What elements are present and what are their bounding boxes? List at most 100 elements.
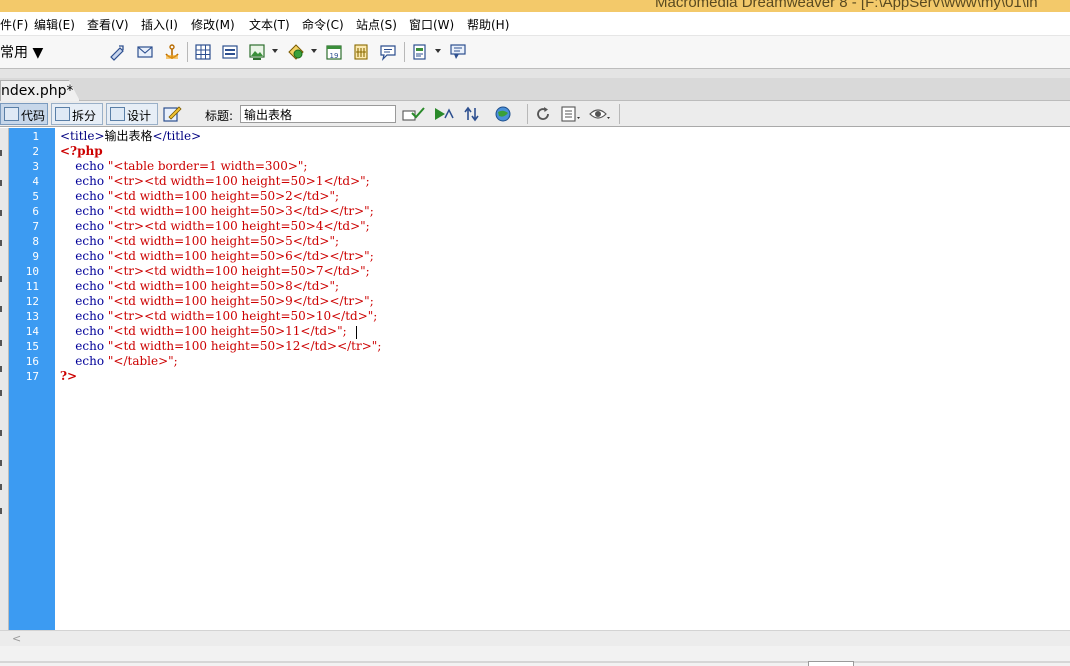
page-title-input[interactable] [240,105,396,123]
line-number: 1 [32,130,39,143]
code-line: echo "<tr><td width=100 height=50>7</td>… [75,264,370,278]
scroll-left-arrow-icon[interactable]: < [12,632,21,645]
preview-in-browser-icon[interactable] [494,105,516,123]
status-divider [0,661,1070,663]
svg-text:19: 19 [330,52,339,60]
named-anchor-icon[interactable] [163,43,181,61]
line-number: 6 [32,205,39,218]
line-number: 11 [25,280,39,293]
document-tab-label: ndex.php* [1,83,74,99]
code-line: <?php [60,144,103,158]
coding-tool-icon[interactable] [0,150,7,156]
line-number: 8 [32,235,39,248]
comment-icon[interactable] [379,43,397,61]
design-view-button[interactable]: 设计 [106,103,158,125]
menu-window[interactable]: 窗口(W) [409,16,454,33]
coding-tool-icon[interactable] [0,240,7,246]
horizontal-scrollbar[interactable]: < [0,630,1070,646]
line-number: 12 [25,295,39,308]
code-line: echo "<td width=100 height=50>3</td></tr… [75,204,374,218]
menu-text[interactable]: 文本(T) [249,16,290,33]
visual-aids-icon[interactable] [589,105,613,123]
menu-commands[interactable]: 命令(C) [302,16,344,33]
document-toolbar: 代码 拆分 设计 标题: [0,101,1070,127]
coding-tool-icon[interactable] [0,210,7,216]
code-line: echo "<td width=100 height=50>5</td>"; [75,234,340,248]
code-line: echo "<td width=100 height=50>9</td></tr… [75,294,374,308]
page-title-label: 标题: [205,109,234,123]
code-editor[interactable]: <title>输出表格</title> <?php echo "<table b… [55,128,1070,630]
view-options-icon[interactable] [561,105,583,123]
document-tab[interactable]: ndex.php* [0,80,80,101]
hyperlink-icon[interactable] [108,43,126,61]
coding-tool-icon[interactable] [0,276,7,282]
media-icon[interactable] [287,43,305,61]
coding-tool-icon[interactable] [0,366,7,372]
coding-tool-icon[interactable] [0,340,7,346]
line-number: 17 [25,370,39,383]
coding-tool-icon[interactable] [0,430,7,436]
toolbar-separator [187,42,188,62]
templates-dropdown-arrow-icon[interactable] [435,49,441,53]
code-line: echo "<td width=100 height=50>2</td>"; [75,189,340,203]
browser-check-icon[interactable] [402,106,426,122]
templates-icon[interactable] [411,43,429,61]
line-number: 2 [32,145,39,158]
email-link-icon[interactable] [136,43,154,61]
line-number: 3 [32,160,39,173]
code-line: echo "<tr><td width=100 height=50>1</td>… [75,174,370,188]
window-title: Macromedia Dreamweaver 8 - [F:\AppServ\w… [655,0,1038,11]
menu-site[interactable]: 站点(S) [356,16,397,33]
tag-chooser-icon[interactable] [449,43,467,61]
image-icon[interactable] [248,43,266,61]
code-line: echo "<td width=100 height=50>12</td></t… [75,339,382,353]
live-data-icon[interactable] [163,105,183,123]
menu-insert[interactable]: 插入(I) [141,16,178,33]
menu-help[interactable]: 帮助(H) [467,16,509,33]
panel-resize-handle[interactable] [808,661,854,666]
toolbar-separator [619,104,620,124]
code-line: echo "<td width=100 height=50>8</td>"; [75,279,340,293]
date-icon[interactable]: 19 [325,43,343,61]
code-line: echo "<tr><td width=100 height=50>10</td… [75,309,378,323]
code-line: ?> [60,369,78,383]
design-view-label: 设计 [127,109,152,123]
coding-tool-icon[interactable] [0,180,7,186]
coding-tool-icon[interactable] [0,390,7,396]
coding-tool-icon[interactable] [0,460,7,466]
coding-toolbar-strip [0,128,9,630]
menu-modify[interactable]: 修改(M) [191,16,235,33]
menu-view[interactable]: 查看(V) [87,16,129,33]
coding-tool-icon[interactable] [0,306,7,312]
layer-icon[interactable] [221,43,239,61]
code-line: echo "<td width=100 height=50>6</td></tr… [75,249,374,263]
code-line: <title>输出表格</title> [60,129,202,143]
table-icon[interactable] [194,43,212,61]
split-view-icon [55,107,70,121]
menu-file[interactable]: 件(F) [0,16,28,33]
code-line: echo "<table border=1 width=300>"; [75,159,308,173]
menu-edit[interactable]: 编辑(E) [34,16,75,33]
code-view-button[interactable]: 代码 [0,103,48,125]
line-number: 10 [25,265,39,278]
toolbar-separator [404,42,405,62]
toolbar-separator [527,104,528,124]
code-line: echo "<tr><td width=100 height=50>4</td>… [75,219,370,233]
insert-category-dropdown[interactable]: 常用 ▼ [0,42,43,62]
coding-tool-icon[interactable] [0,484,7,490]
line-number: 14 [25,325,39,338]
image-dropdown-arrow-icon[interactable] [272,49,278,53]
toolbar-gap [0,68,1070,78]
window-title-bar: Macromedia Dreamweaver 8 - [F:\AppServ\w… [0,0,1070,12]
document-tab-bar: ndex.php* [0,78,1070,101]
file-management-icon[interactable] [463,106,485,122]
status-bar [0,646,1070,666]
coding-tool-icon[interactable] [0,508,7,514]
media-dropdown-arrow-icon[interactable] [311,49,317,53]
validate-markup-icon[interactable] [433,106,455,122]
split-view-label: 拆分 [72,109,97,123]
server-side-include-icon[interactable] [352,43,370,61]
refresh-icon[interactable] [535,106,551,122]
line-number: 4 [32,175,39,188]
split-view-button[interactable]: 拆分 [51,103,103,125]
